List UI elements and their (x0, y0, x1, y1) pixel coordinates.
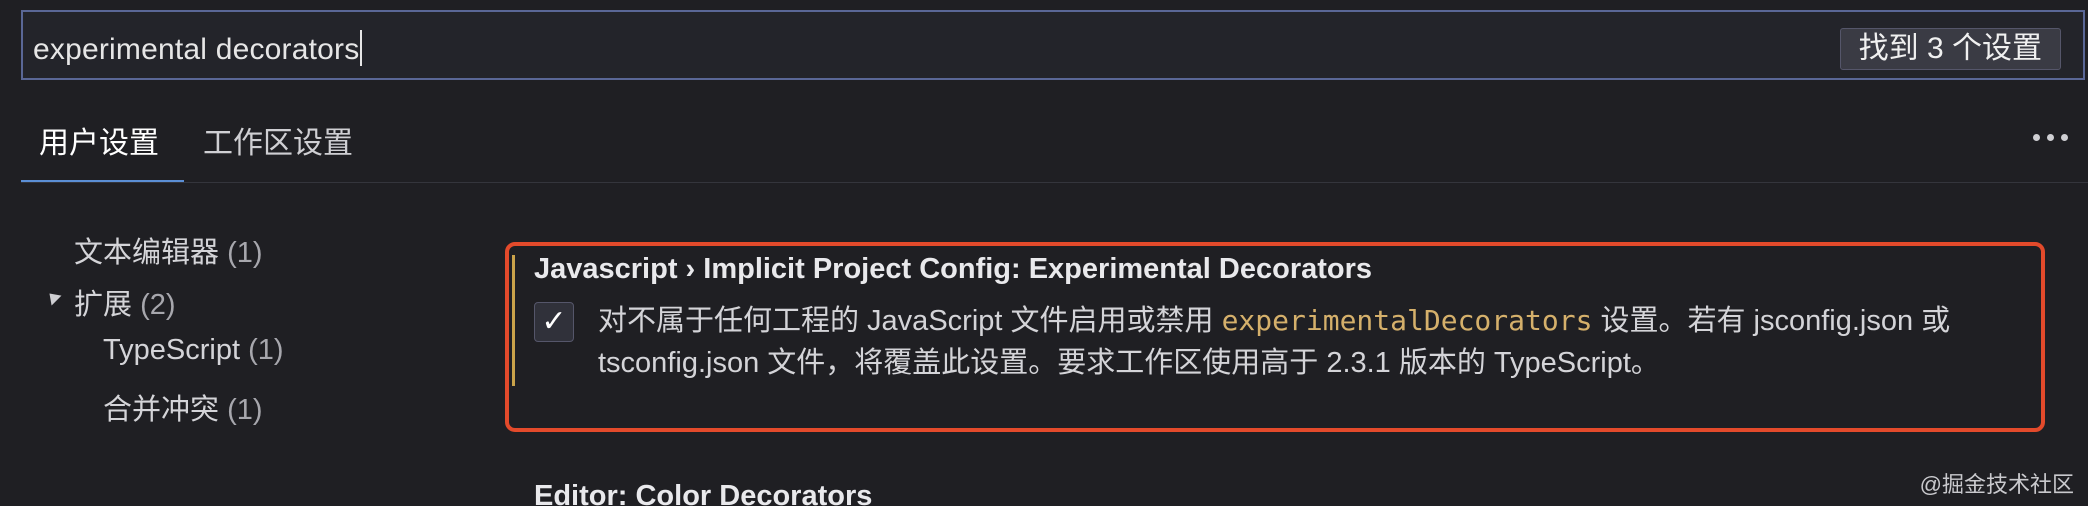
tree-item-label: 文本编辑器 (74, 237, 220, 269)
tree-item-label: TypeScript (103, 334, 240, 366)
tree-item-label: 扩展 (74, 289, 133, 321)
search-query[interactable]: experimental decorators (33, 30, 363, 67)
settings-search-input[interactable]: experimental decorators 找到 3 个设置 (21, 10, 2085, 80)
setting-description: 对不属于任何工程的 JavaScript 文件启用或禁用 experimenta… (598, 304, 1951, 379)
next-setting-title: Editor: Color Decorators (534, 480, 873, 506)
tree-item-text-editor[interactable]: 文本编辑器 (1) (74, 229, 263, 271)
setting-code-reference: experimentalDecorators (1221, 304, 1593, 337)
modified-indicator (512, 255, 515, 386)
tree-item-merge-conflict[interactable]: 合并冲突 (1) (103, 386, 263, 428)
tab-workspace-settings[interactable]: 工作区设置 (203, 118, 353, 162)
tree-item-count: (1) (227, 237, 263, 269)
tree-item-extensions[interactable]: 扩展 (2) (74, 281, 176, 323)
text-caret (360, 30, 363, 66)
setting-title: Javascript › Implicit Project Config: Ex… (534, 253, 1373, 285)
tab-user-settings[interactable]: 用户设置 (39, 118, 159, 162)
tree-item-count: (1) (227, 394, 263, 426)
settings-editor: experimental decorators 找到 3 个设置 用户设置 工作… (0, 0, 2088, 506)
tree-item-count: (1) (248, 334, 284, 366)
more-horizontal-icon[interactable] (2033, 134, 2068, 141)
result-count-badge: 找到 3 个设置 (1839, 28, 2061, 70)
tabs-divider (21, 182, 2088, 183)
checkmark-icon: ✓ (541, 305, 567, 338)
tree-item-count: (2) (140, 289, 176, 321)
chevron-down-icon[interactable] (44, 288, 62, 306)
tree-item-typescript[interactable]: TypeScript (1) (103, 334, 284, 367)
watermark: @掘金技术社区 (1919, 472, 2074, 497)
experimental-decorators-checkbox[interactable]: ✓ (534, 302, 574, 342)
tree-item-label: 合并冲突 (103, 394, 220, 426)
